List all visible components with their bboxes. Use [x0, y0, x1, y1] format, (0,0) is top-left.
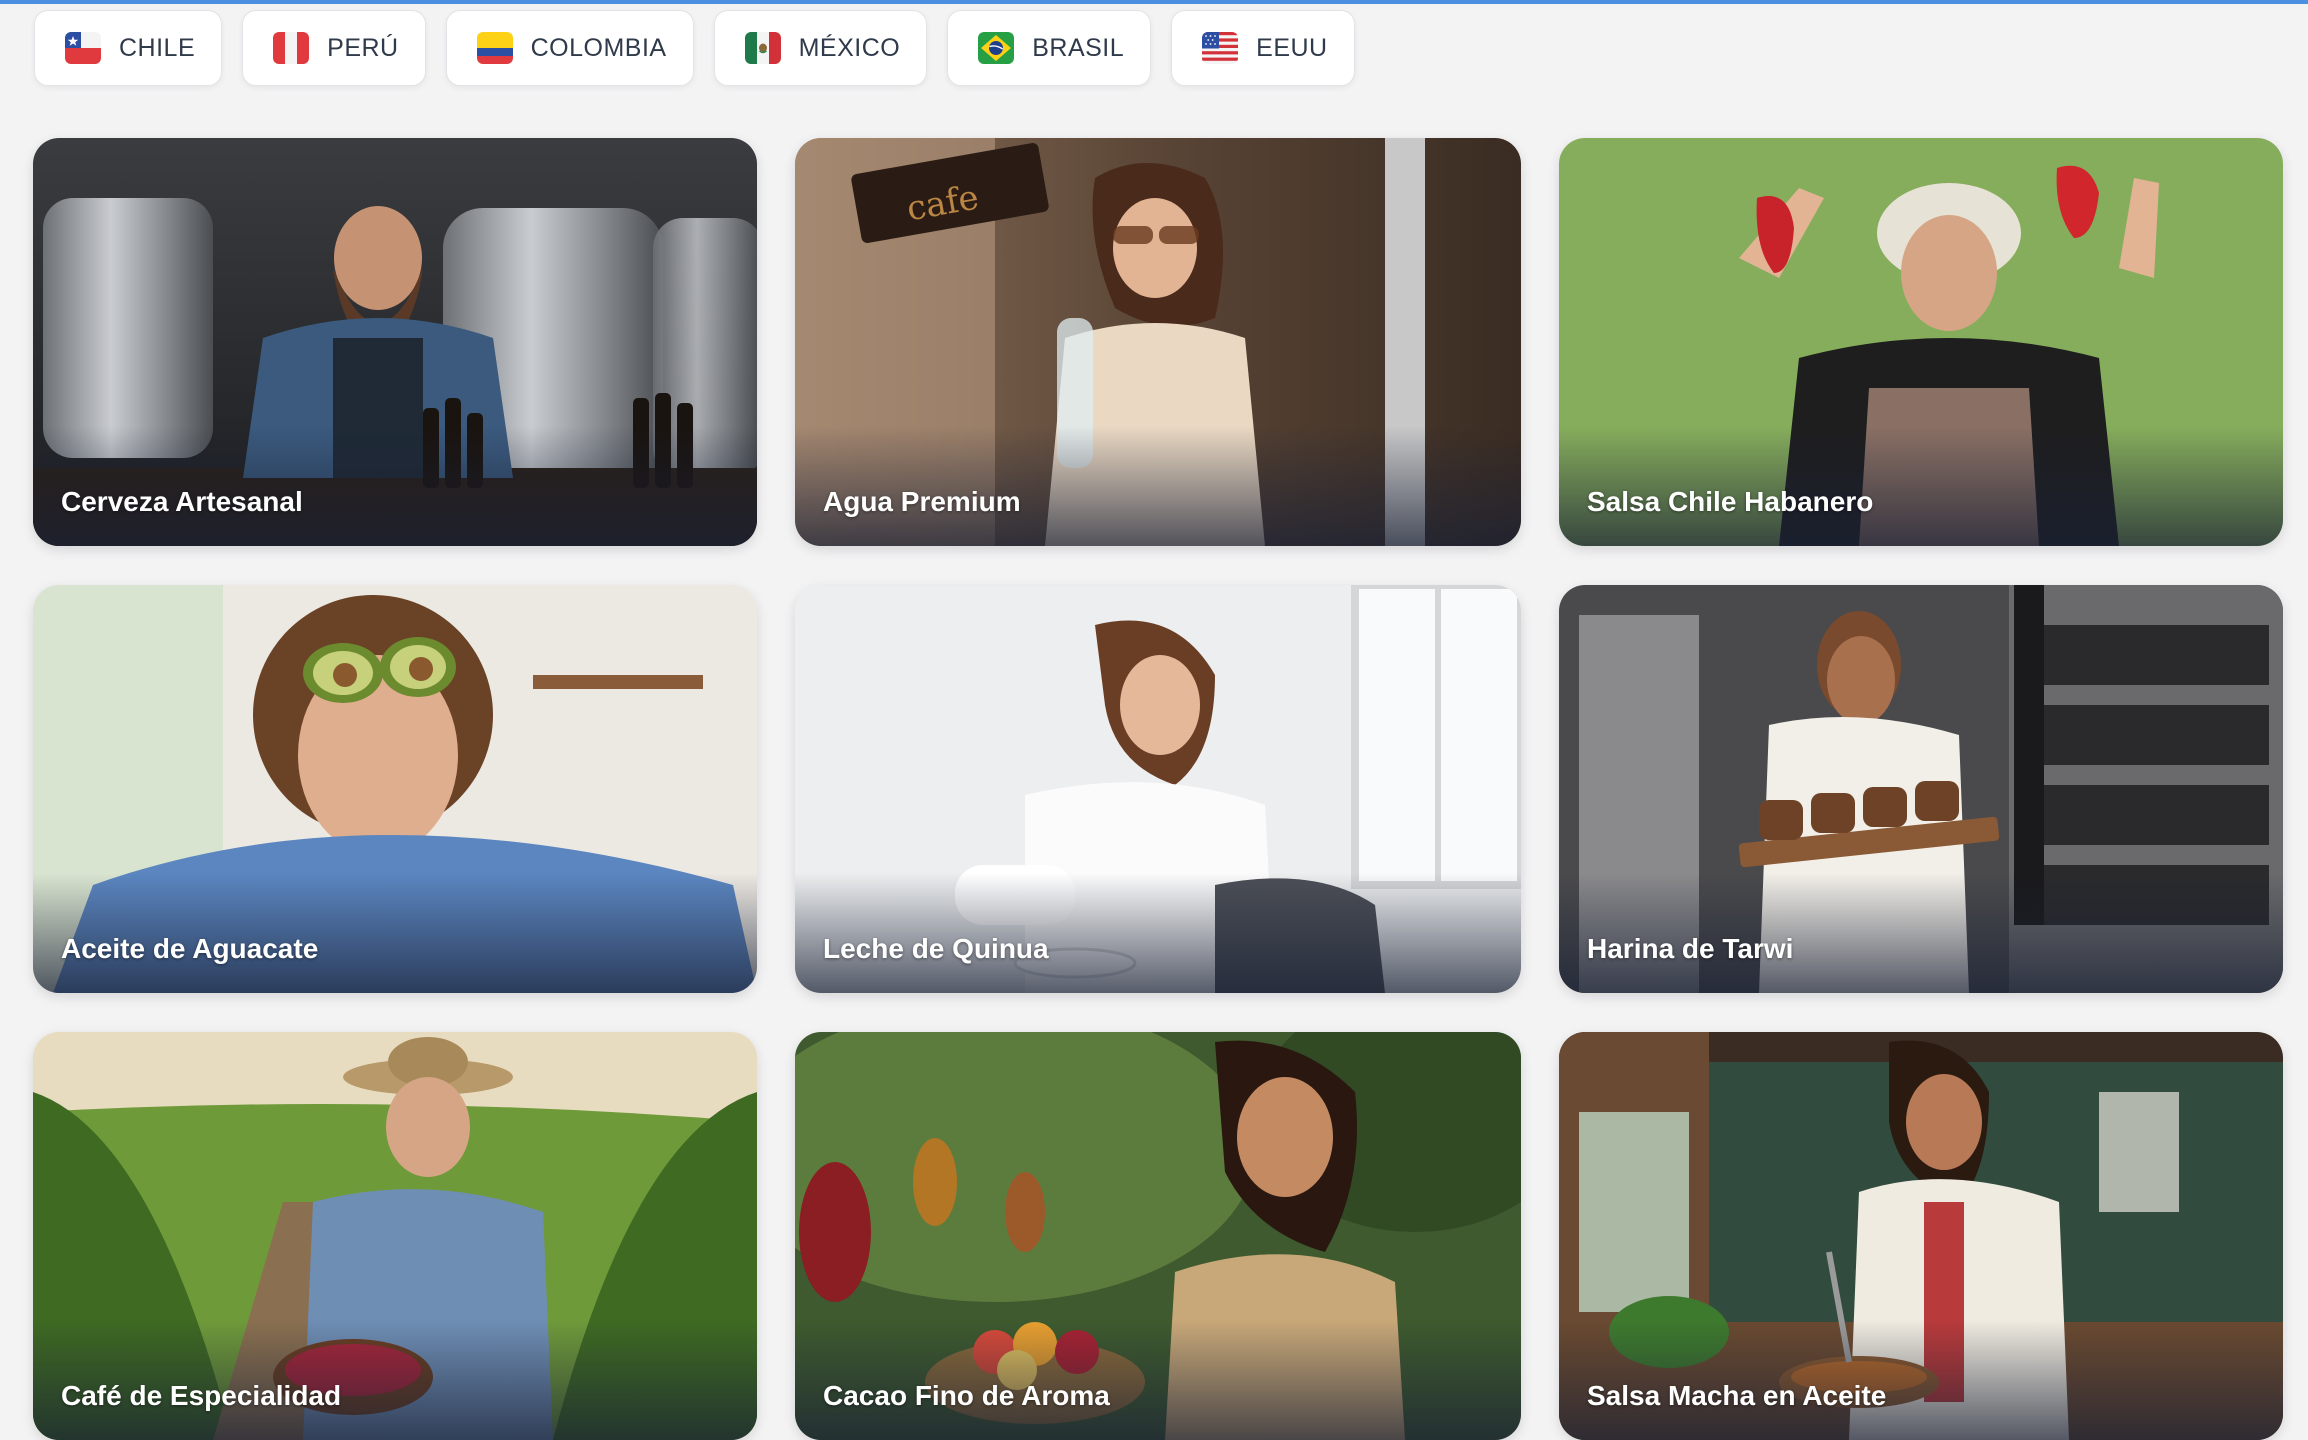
product-title: Salsa Macha en Aceite [1587, 1380, 1887, 1411]
country-button-colombia[interactable]: COLOMBIA [445, 10, 694, 86]
product-title: Cacao Fino de Aroma [823, 1380, 1110, 1411]
product-card-harina-de-tarwi[interactable]: Harina de Tarwi [1559, 585, 2283, 993]
product-card-aceite-de-aguacate[interactable]: Aceite de Aguacate [33, 585, 757, 993]
country-button-chile[interactable]: CHILE [34, 10, 223, 86]
product-card-salsa-macha-en-aceite[interactable]: Salsa Macha en Aceite [1559, 1032, 2283, 1440]
product-title: Cerveza Artesanal [61, 486, 303, 517]
product-card-agua-premium[interactable]: cafe Agua Premium [795, 138, 1521, 546]
colombia-flag-icon [476, 32, 513, 64]
product-card-leche-de-quinua[interactable]: Leche de Quinua [795, 585, 1521, 993]
mexico-flag-icon [744, 32, 781, 64]
country-button-eeuu[interactable]: EEUU [1171, 10, 1355, 86]
product-title: Aceite de Aguacate [61, 933, 319, 964]
product-title: Café de Especialidad [61, 1380, 342, 1411]
chile-flag-icon [65, 32, 101, 64]
country-selector: CHILE PERÚ COLOMBIA MÉXICO BRASIL EEUU [34, 10, 1355, 86]
top-accent-line [0, 0, 2308, 4]
country-label: PERÚ [327, 33, 399, 62]
country-label: MÉXICO [798, 33, 901, 62]
product-title: Harina de Tarwi [1587, 933, 1794, 964]
product-grid: Cerveza Artesanal cafe Agua Premium Sals… [33, 138, 2285, 1440]
product-card-cacao-fino-de-aroma[interactable]: Cacao Fino de Aroma [795, 1032, 1521, 1440]
country-button-peru[interactable]: PERÚ [242, 10, 426, 86]
country-label: BRASIL [1032, 33, 1125, 62]
country-label: CHILE [119, 33, 196, 62]
product-title: Agua Premium [823, 486, 1021, 517]
country-button-mexico[interactable]: MÉXICO [713, 10, 928, 86]
usa-flag-icon [1202, 32, 1239, 64]
country-button-brasil[interactable]: BRASIL [947, 10, 1152, 86]
country-label: COLOMBIA [530, 33, 667, 62]
brasil-flag-icon [978, 32, 1015, 64]
product-card-salsa-chile-habanero[interactable]: Salsa Chile Habanero [1559, 138, 2283, 546]
product-card-cerveza-artesanal[interactable]: Cerveza Artesanal [33, 138, 757, 546]
product-title: Salsa Chile Habanero [1587, 486, 1874, 517]
product-card-cafe-de-especialidad[interactable]: Café de Especialidad [33, 1032, 757, 1440]
country-label: EEUU [1256, 33, 1328, 62]
product-title: Leche de Quinua [823, 933, 1049, 964]
peru-flag-icon [273, 32, 310, 64]
